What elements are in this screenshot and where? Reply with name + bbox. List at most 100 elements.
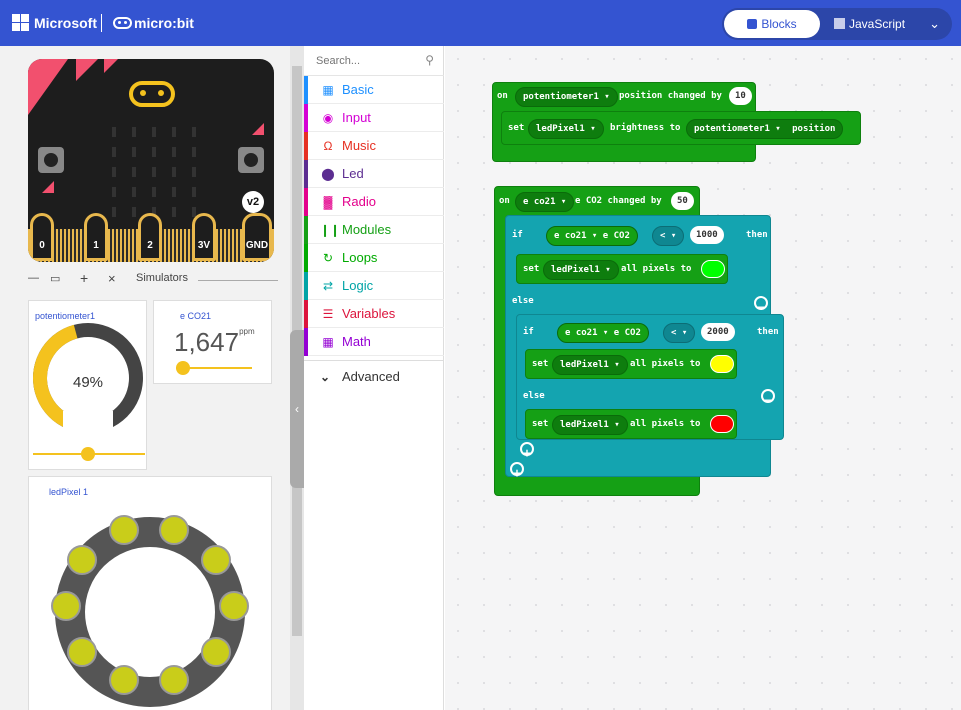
chevron-down-icon: ⌄ <box>320 370 331 384</box>
led-matrix <box>98 123 208 223</box>
category-logic[interactable]: ⇄ Logic <box>304 272 444 300</box>
operator-dropdown[interactable]: < ▾ <box>652 226 685 246</box>
plus-icon[interactable]: + <box>80 270 88 286</box>
led-ring-title: ledPixel 1 <box>49 487 89 497</box>
category-music[interactable]: Ω Music <box>304 132 444 160</box>
set-brightness-block[interactable]: set ledPixel1 ▾ brightness to potentiome… <box>501 111 861 145</box>
microbit-logo-icon <box>113 17 132 29</box>
pixel-dropdown[interactable]: ledPixel1 ▾ <box>552 415 628 435</box>
threshold-input[interactable]: 10 <box>729 87 752 105</box>
potentiometer-title: potentiometer1 <box>35 311 96 321</box>
search-icon[interactable]: ⚲ <box>425 53 434 67</box>
microbit-board[interactable]: v2 0 1 2 3V GND <box>28 59 274 262</box>
puzzle-icon <box>747 19 758 29</box>
ring-led <box>109 515 139 545</box>
microsoft-logo-icon <box>12 14 29 31</box>
ring-led <box>109 665 139 695</box>
category-input[interactable]: ◉ Input <box>304 104 444 132</box>
set-all-pixels-block[interactable]: set ledPixel1 ▾ all pixels to <box>516 254 728 284</box>
collapse-simulator-button[interactable]: ‹ <box>290 330 304 488</box>
board-decoration <box>28 59 68 115</box>
category-math[interactable]: ▦ Math <box>304 328 444 356</box>
bars-icon: ❙❙ <box>320 223 341 237</box>
close-icon[interactable]: × <box>108 271 116 286</box>
potentiometer-value: 49% <box>72 374 104 391</box>
code-icon <box>834 18 845 29</box>
button-a-label-icon <box>42 181 54 193</box>
pin-0[interactable]: 0 <box>30 213 54 261</box>
version-badge: v2 <box>242 191 264 213</box>
blocks-workspace[interactable]: on potentiometer1 ▾ position changed by … <box>445 46 961 710</box>
pixel-dropdown[interactable]: ledPixel1 ▾ <box>528 119 604 139</box>
minus-icon[interactable]: — <box>28 272 39 284</box>
calculator-icon: ▦ <box>322 335 334 349</box>
threshold-input[interactable]: 50 <box>671 192 694 210</box>
target-icon: ◉ <box>322 111 334 125</box>
category-color-bar <box>304 244 308 272</box>
microbit-logo[interactable]: micro:bit <box>113 15 194 31</box>
pin-1[interactable]: 1 <box>84 213 108 261</box>
sensor-value-block[interactable]: potentiometer1 ▾ position <box>686 119 844 139</box>
pin-3v[interactable]: 3V <box>192 213 216 261</box>
co2-slider-knob[interactable] <box>176 361 190 375</box>
if-else-block[interactable]: if e co21 ▾ e CO2 < ▾ 1000 then set ledP… <box>505 215 784 480</box>
category-color-bar <box>304 76 308 104</box>
grid-icon: ▦ <box>322 83 334 97</box>
category-color-bar <box>304 160 308 188</box>
compare-value-input[interactable]: 1000 <box>690 226 724 244</box>
co2-card: e CO21 1,647ppm <box>153 300 272 384</box>
add-else-icon[interactable]: + <box>520 442 534 460</box>
chevron-down-icon[interactable]: ⌄ <box>929 16 940 32</box>
co2-value: 1,647ppm <box>174 327 255 357</box>
remove-else-icon[interactable]: − <box>761 389 775 407</box>
nested-if-block[interactable]: if e co21 ▾ e CO2 < ▾ 2000 then set ledP… <box>516 314 784 440</box>
pixel-dropdown[interactable]: ledPixel1 ▾ <box>543 260 619 280</box>
category-led[interactable]: ⬤ Led <box>304 160 444 188</box>
javascript-tab[interactable]: JavaScript <box>834 10 922 38</box>
operator-dropdown[interactable]: < ▾ <box>663 323 696 343</box>
top-bar: Microsoft micro:bit Blocks JavaScript ⌄ <box>0 0 961 46</box>
green-color-picker[interactable] <box>701 260 725 278</box>
board-decoration <box>76 59 98 81</box>
blocks-tab[interactable]: Blocks <box>724 10 820 38</box>
category-advanced[interactable]: ⌄ Advanced <box>304 360 444 392</box>
simulator-controls: — ▭ + × Simulators <box>28 270 278 288</box>
comparison-block[interactable]: e co21 ▾ e CO2 <box>546 226 638 246</box>
comparison-block[interactable]: e co21 ▾ e CO2 <box>557 323 649 343</box>
gauge-gap <box>63 411 113 451</box>
toolbox: ⚲ ▦Basic ◉Input ΩMusic ⬤Led ▓Radio ❙❙Mod… <box>304 46 444 710</box>
ring-led <box>67 545 97 575</box>
touch-logo[interactable] <box>129 81 175 107</box>
co2-title: e CO21 <box>180 311 212 321</box>
ring-led <box>201 637 231 667</box>
loop-icon: ↻ <box>322 251 334 265</box>
yellow-color-picker[interactable] <box>710 355 734 373</box>
red-color-picker[interactable] <box>710 415 734 433</box>
category-basic[interactable]: ▦ Basic <box>304 76 444 104</box>
pixel-dropdown[interactable]: ledPixel1 ▾ <box>552 355 628 375</box>
button-a[interactable] <box>38 147 64 173</box>
sensor-dropdown[interactable]: potentiometer1 ▾ <box>515 87 618 107</box>
pin-2[interactable]: 2 <box>138 213 162 261</box>
compare-value-input[interactable]: 2000 <box>701 323 735 341</box>
category-loops[interactable]: ↻ Loops <box>304 244 444 272</box>
remove-else-icon[interactable]: − <box>754 296 768 314</box>
potentiometer-slider-knob[interactable] <box>81 447 95 461</box>
potentiometer-event-block[interactable]: on potentiometer1 ▾ position changed by … <box>492 82 861 162</box>
category-modules[interactable]: ❙❙ Modules <box>304 216 444 244</box>
set-all-pixels-block[interactable]: set ledPixel1 ▾ all pixels to <box>525 349 737 379</box>
category-color-bar <box>304 328 308 356</box>
category-variables[interactable]: ☰ Variables <box>304 300 444 328</box>
category-radio[interactable]: ▓ Radio <box>304 188 444 216</box>
simulator-panel: v2 0 1 2 3V GND — ▭ + × Simulators poten… <box>0 46 290 710</box>
add-else-if-icon[interactable]: + <box>510 462 524 480</box>
pin-gnd[interactable]: GND <box>242 213 272 261</box>
search-input[interactable] <box>316 53 416 69</box>
co2-event-block[interactable]: on e co21 ▾ e CO2 changed by 50 if e co2… <box>494 186 784 496</box>
sensor-dropdown[interactable]: e co21 ▾ <box>515 192 575 212</box>
board-decoration <box>104 59 118 73</box>
button-b[interactable] <box>238 147 264 173</box>
ring-led <box>67 637 97 667</box>
set-all-pixels-block[interactable]: set ledPixel1 ▾ all pixels to <box>525 409 737 439</box>
screen-icon[interactable]: ▭ <box>50 272 60 285</box>
